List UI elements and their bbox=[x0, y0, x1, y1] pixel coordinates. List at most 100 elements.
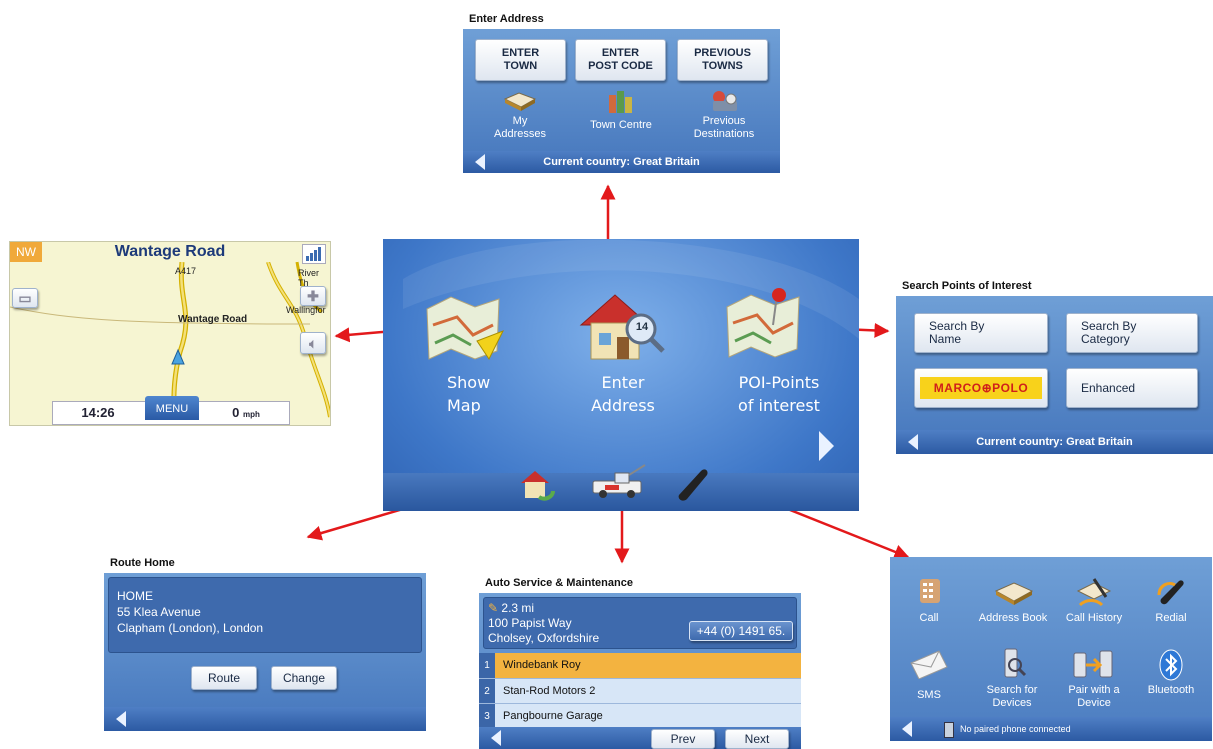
town-centre-label: Town Centre bbox=[590, 119, 652, 131]
map-view-panel: NW Wantage Road A417 Wantage Road River … bbox=[9, 241, 331, 426]
enhanced-button[interactable]: Enhanced bbox=[1066, 368, 1198, 408]
back-arrow-icon[interactable] bbox=[491, 730, 501, 746]
route-button[interactable]: Route bbox=[191, 666, 257, 690]
marco-polo-button[interactable]: MARCO⊕POLO bbox=[914, 368, 1048, 408]
phone-item-label: Call History bbox=[1065, 612, 1123, 624]
route-home-icon[interactable] bbox=[517, 467, 557, 503]
phone-item-label: Call bbox=[919, 612, 939, 624]
next-button[interactable]: Next bbox=[725, 729, 789, 749]
main-menu-bottom-bar bbox=[383, 464, 859, 511]
my-addresses-item[interactable]: My Addresses bbox=[485, 89, 555, 149]
main-menu-panel: Show Map 14 Enter Address POI-Points of … bbox=[383, 239, 859, 511]
town-label: Wallingfor bbox=[286, 305, 326, 315]
previous-destinations-label: Previous Destinations bbox=[693, 115, 755, 140]
previous-destinations-icon bbox=[713, 91, 737, 111]
panel-body: Search By Name Search By Category MARCO⊕… bbox=[896, 296, 1213, 430]
previous-destinations-item[interactable]: Previous Destinations bbox=[681, 89, 767, 149]
list-item[interactable]: 3 Pangbourne Garage bbox=[479, 703, 801, 729]
tow-truck-icon[interactable] bbox=[589, 463, 649, 499]
bluetooth-icon bbox=[1159, 649, 1183, 681]
envelope-icon bbox=[910, 650, 948, 679]
speed-unit: mph bbox=[242, 410, 260, 419]
phone-status: No paired phone connected bbox=[960, 724, 1071, 734]
redial-icon bbox=[1157, 580, 1184, 605]
zoom-out-button[interactable]: ▭ bbox=[12, 288, 38, 308]
change-button[interactable]: Change bbox=[271, 666, 337, 690]
river-label: River Th bbox=[298, 268, 320, 288]
pencil-icon: ✎ bbox=[488, 601, 499, 615]
status-bar: Current country: Great Britain bbox=[463, 151, 780, 173]
enter-address-item[interactable]: 14 Enter Address bbox=[563, 289, 683, 425]
poi-map-icon bbox=[726, 288, 800, 358]
address-line: Clapham (London), London bbox=[117, 621, 264, 635]
next-page-button[interactable] bbox=[819, 431, 834, 461]
row-name: Stan-Rod Motors 2 bbox=[503, 685, 596, 697]
search-by-name-button[interactable]: Search By Name bbox=[914, 313, 1048, 353]
home-address-box: HOME 55 Klea Avenue Clapham (London), Lo… bbox=[108, 577, 422, 653]
list-item[interactable]: 1 Windebank Roy bbox=[479, 653, 801, 678]
phone-item-label: Pair with a Device bbox=[1068, 684, 1120, 709]
country-status: Current country: Great Britain bbox=[543, 156, 700, 168]
road-label: Wantage Road bbox=[178, 314, 248, 325]
row-name: Windebank Roy bbox=[503, 659, 581, 671]
search-devices-icon bbox=[1004, 648, 1027, 678]
phone-item-sms[interactable]: SMS bbox=[896, 647, 962, 709]
town-centre-item[interactable]: Town Centre bbox=[581, 89, 661, 149]
phone-item-label: Bluetooth bbox=[1147, 684, 1195, 696]
row-number: 3 bbox=[479, 704, 495, 729]
address-book-icon bbox=[994, 582, 1034, 605]
enter-post-code-button[interactable]: ENTER POST CODE bbox=[575, 39, 666, 81]
address-number-badge: 14 bbox=[635, 321, 649, 333]
back-arrow-icon[interactable] bbox=[902, 721, 912, 737]
phone-item-label: Search for Devices bbox=[986, 684, 1038, 709]
heading-badge: NW bbox=[10, 242, 42, 262]
zoom-in-button[interactable]: ✚ bbox=[300, 286, 326, 306]
phone-number-button[interactable]: +44 (0) 1491 65. bbox=[689, 621, 793, 641]
clock: 14:26 bbox=[81, 405, 115, 420]
address-line: HOME bbox=[117, 589, 153, 603]
back-arrow-icon[interactable] bbox=[116, 711, 126, 727]
phone-item-call-history[interactable]: Call History bbox=[1056, 577, 1132, 631]
town-centre-icon bbox=[609, 91, 632, 113]
phone-item-search-devices[interactable]: Search for Devices bbox=[974, 647, 1050, 709]
poi-panel: Search Points of Interest Search By Name… bbox=[896, 276, 1213, 454]
phone-status-icon bbox=[944, 722, 954, 738]
phone-menu-panel: Call Address Book Call History Redial SM… bbox=[890, 557, 1212, 741]
phone-item-label: SMS bbox=[917, 689, 941, 701]
row-name: Pangbourne Garage bbox=[503, 710, 603, 722]
distance: 2.3 mi bbox=[501, 601, 535, 615]
phone-item-pair-device[interactable]: Pair with a Device bbox=[1054, 647, 1134, 709]
phone-item-redial[interactable]: Redial bbox=[1138, 577, 1204, 631]
speed-value: 0 bbox=[232, 405, 240, 420]
marco-polo-logo: MARCO⊕POLO bbox=[920, 377, 1042, 399]
street-title: Wantage Road bbox=[42, 242, 298, 262]
poi-item[interactable]: POI-Points of interest bbox=[719, 285, 839, 425]
nav-bar: Prev Next bbox=[479, 727, 801, 749]
enter-address-label: Enter Address bbox=[591, 373, 655, 415]
map-bottom-bar: 14:26 MENU 0 mph bbox=[52, 396, 290, 425]
volume-button[interactable]: 🔈︎ bbox=[300, 332, 326, 354]
panel-body: ✎ 2.3 mi 100 Papist Way Cholsey, Oxfords… bbox=[479, 593, 801, 749]
menu-button[interactable]: MENU bbox=[145, 396, 199, 420]
call-history-icon bbox=[1076, 578, 1112, 607]
list-item[interactable]: 2 Stan-Rod Motors 2 bbox=[479, 678, 801, 704]
country-status: Current country: Great Britain bbox=[976, 436, 1133, 448]
status-bar bbox=[104, 707, 426, 731]
search-by-category-button[interactable]: Search By Category bbox=[1066, 313, 1198, 353]
phone-item-bluetooth[interactable]: Bluetooth bbox=[1138, 647, 1204, 709]
prev-button[interactable]: Prev bbox=[651, 729, 715, 749]
phone-icon[interactable] bbox=[673, 465, 713, 501]
auto-service-panel: Auto Service & Maintenance ✎ 2.3 mi 100 … bbox=[479, 573, 801, 749]
my-addresses-label: My Addresses bbox=[494, 115, 546, 140]
show-map-item[interactable]: Show Map bbox=[419, 295, 519, 425]
panel-title: Route Home bbox=[104, 553, 426, 573]
phone-item-address-book[interactable]: Address Book bbox=[970, 577, 1056, 631]
phone-item-label: Address Book bbox=[978, 612, 1048, 624]
road-label-a417: A417 bbox=[175, 266, 197, 276]
enter-address-panel: Enter Address ENTER TOWN ENTER POST CODE… bbox=[463, 9, 780, 173]
enter-town-button[interactable]: ENTER TOWN bbox=[475, 39, 566, 81]
address-line: 55 Klea Avenue bbox=[117, 605, 201, 619]
phone-item-call[interactable]: Call bbox=[896, 577, 962, 631]
status-bar: No paired phone connected bbox=[890, 717, 1212, 741]
previous-towns-button[interactable]: PREVIOUS TOWNS bbox=[677, 39, 768, 81]
